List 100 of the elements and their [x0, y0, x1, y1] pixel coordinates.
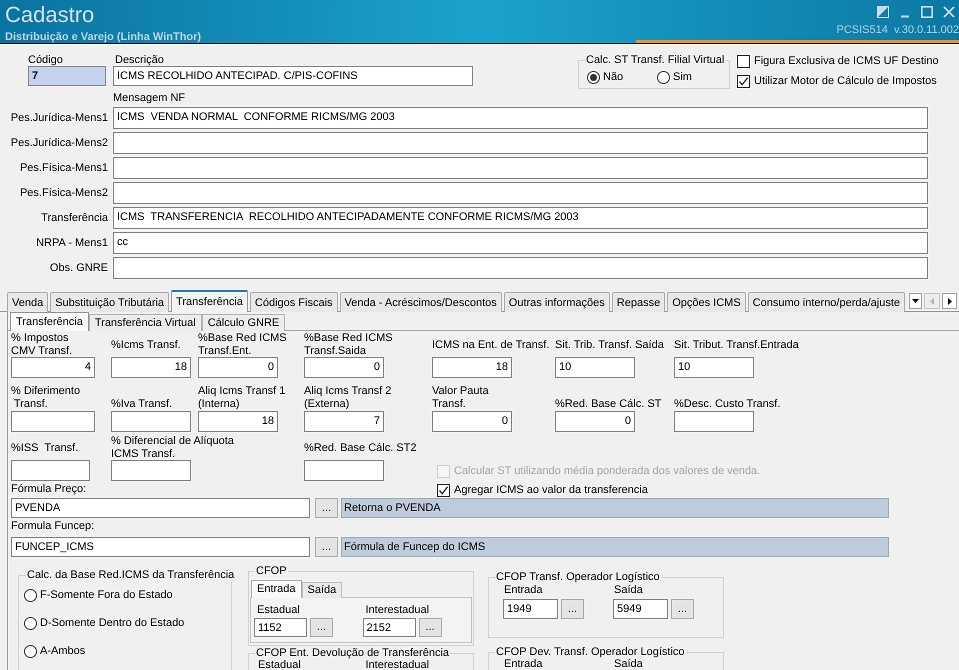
- input-field[interactable]: PVENDA: [11, 498, 310, 518]
- input-field[interactable]: 1949: [503, 599, 558, 619]
- input-field[interactable]: [304, 460, 384, 481]
- input-field[interactable]: 7: [304, 411, 384, 432]
- close-icon[interactable]: [943, 6, 955, 18]
- input-field[interactable]: 18: [111, 357, 191, 378]
- split-square-icon[interactable]: [877, 6, 889, 18]
- input-field[interactable]: 0: [555, 411, 635, 432]
- input-field[interactable]: 0: [198, 357, 278, 378]
- input-field[interactable]: [111, 411, 191, 432]
- tab[interactable]: Transferência: [171, 290, 248, 312]
- input-field[interactable]: [113, 157, 928, 179]
- tab[interactable]: Entrada: [251, 580, 302, 598]
- field-label: %ISS Transf.: [11, 442, 78, 454]
- input-field[interactable]: FUNCEP_ICMS: [11, 537, 310, 557]
- caret-down-icon: [912, 299, 919, 303]
- caret-left-icon: [930, 298, 934, 304]
- tab[interactable]: Consumo interno/perda/ajuste: [748, 292, 906, 312]
- tab[interactable]: Venda - Acréscimos/Descontos: [340, 292, 502, 312]
- input-field[interactable]: 10: [674, 357, 754, 378]
- radio-button[interactable]: Não: [587, 70, 657, 84]
- input-field[interactable]: 18: [198, 411, 278, 432]
- input-field[interactable]: 10: [555, 357, 635, 378]
- input-field[interactable]: [111, 460, 191, 481]
- input-field[interactable]: [11, 460, 90, 481]
- input-field[interactable]: 0: [304, 357, 384, 378]
- group-title: CFOP: [255, 565, 288, 577]
- field-label: Código: [28, 54, 64, 66]
- input-field[interactable]: 0: [432, 411, 512, 432]
- caret-right-icon: [948, 298, 952, 304]
- ellipsis-button[interactable]: ...: [561, 599, 584, 619]
- scroll-forward-button[interactable]: [942, 293, 957, 309]
- description-field: Retorna o PVENDA: [341, 498, 889, 518]
- field-label: % Diferimento Transf.: [11, 385, 80, 411]
- radio-button[interactable]: A-Ambos: [24, 644, 231, 658]
- field-label: Mensagem NF: [113, 92, 186, 104]
- tab[interactable]: Códigos Fiscais: [250, 292, 338, 312]
- input-field[interactable]: ICMS TRANSFERENCIA RECOLHIDO ANTECIPADAMENTE CONFORME RICMS/MG 2003: [113, 207, 928, 229]
- tab[interactable]: Transferência: [10, 312, 89, 331]
- field-label: NRPA - Mens1: [36, 236, 108, 250]
- input-field[interactable]: 1152: [254, 618, 307, 637]
- field-label: Interestadual: [364, 604, 430, 617]
- ellipsis-button[interactable]: ...: [315, 537, 338, 557]
- field-label: %Iva Transf.: [111, 398, 172, 411]
- field-label: Fórmula Preço:: [11, 483, 86, 496]
- checkbox[interactable]: Utilizar Motor de Cálculo de Impostos: [737, 74, 939, 88]
- field-label: Aliq Icms Transf 2 (Externa): [304, 385, 392, 411]
- tab[interactable]: Cálculo GNRE: [202, 314, 286, 331]
- ellipsis-button[interactable]: ...: [310, 618, 333, 637]
- field-label: Pes.Física-Mens2: [20, 186, 108, 200]
- input-field[interactable]: cc: [113, 232, 928, 254]
- field-label: Pes.Física-Mens1: [20, 162, 108, 174]
- field-label: Pes.Jurídica-Mens1: [10, 112, 108, 124]
- input-field[interactable]: 2152: [362, 618, 416, 637]
- description-field: Fórmula de Funcep do ICMS: [341, 537, 889, 557]
- input-field[interactable]: [11, 411, 95, 432]
- checkbox[interactable]: Agregar ICMS ao valor da transferencia: [437, 483, 760, 497]
- tab[interactable]: Opções ICMS: [667, 292, 746, 312]
- window-subtitle: Distribuição e Varejo (Linha WinThor): [5, 31, 202, 44]
- input-field[interactable]: ICMS VENDA NORMAL CONFORME RICMS/MG 2003: [113, 107, 928, 129]
- group-title: Calc. da Base Red.ICMS da Transferência: [26, 569, 236, 581]
- field-label: Descrição: [114, 54, 165, 66]
- radio-button[interactable]: D-Somente Dentro do Estado: [24, 616, 231, 630]
- input-field[interactable]: 4: [11, 357, 95, 378]
- field-label: Sit. Tribut. Transf.Entrada: [674, 338, 799, 352]
- field-label: Aliq Icms Transf 1 (Interna): [198, 385, 286, 411]
- tab[interactable]: Transferência Virtual: [88, 314, 202, 331]
- field-label: Estadual: [256, 604, 300, 617]
- tab[interactable]: Venda: [7, 292, 48, 312]
- tab[interactable]: Substituição Tributária: [50, 292, 170, 312]
- input-field[interactable]: 18: [432, 357, 512, 378]
- input-field[interactable]: 5949: [613, 599, 668, 619]
- tab[interactable]: Repasse: [612, 292, 666, 312]
- field-label: Entrada: [503, 658, 543, 670]
- ellipsis-button[interactable]: ...: [671, 599, 694, 619]
- tab[interactable]: Saída: [302, 582, 342, 598]
- field-label: Pes.Jurídica-Mens2: [10, 136, 108, 150]
- field-label: Formula Funcep:: [11, 520, 94, 533]
- tab-list-button[interactable]: [909, 293, 922, 309]
- field-label: Interestadual: [366, 659, 430, 670]
- ellipsis-button[interactable]: ...: [315, 498, 338, 518]
- field-label: %Base Red ICMS Transf.Ent.: [198, 332, 287, 358]
- field-label: % Impostos CMV Transf.: [11, 332, 72, 358]
- input-field[interactable]: [113, 257, 928, 279]
- tab[interactable]: Outras informações: [504, 292, 610, 312]
- input-field[interactable]: ICMS RECOLHIDO ANTECIPAD. C/PIS-COFINS: [113, 66, 473, 86]
- input-field[interactable]: 7: [28, 66, 106, 86]
- input-field[interactable]: [674, 411, 754, 432]
- field-label: Estadual: [258, 659, 301, 670]
- maximize-icon[interactable]: [921, 6, 933, 18]
- field-label: Valor Pauta Transf.: [432, 385, 489, 411]
- group-title: Calc. ST Transf. Filial Virtual: [585, 54, 726, 66]
- checkbox[interactable]: Figura Exclusiva de ICMS UF Destino: [737, 54, 939, 68]
- input-field[interactable]: [113, 182, 928, 204]
- input-field[interactable]: [113, 132, 928, 154]
- radio-button[interactable]: F-Somente Fora do Estado: [24, 588, 231, 602]
- ellipsis-button[interactable]: ...: [418, 618, 442, 637]
- version-label: PCSIS514 v.30.0.11.002: [836, 24, 959, 37]
- field-label: % Diferencial de Alíquota ICMS Transf.: [111, 435, 234, 461]
- radio-button[interactable]: Sim: [657, 70, 692, 84]
